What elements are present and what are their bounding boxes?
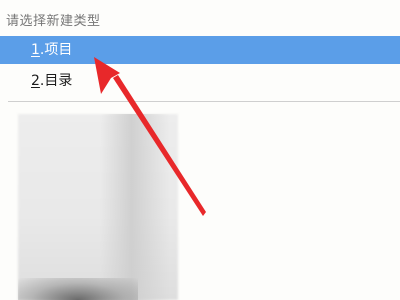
menu-item-project-label: .项目 xyxy=(39,42,73,58)
menu-header: 请选择新建类型 xyxy=(6,14,101,29)
menu-item-directory[interactable]: 2.目录 xyxy=(0,67,400,95)
blurred-preview-shadow xyxy=(100,114,170,300)
context-menu-screen: 请选择新建类型 1.项目 2.目录 xyxy=(0,0,400,300)
menu-item-directory-accelerator: 2 xyxy=(31,73,40,89)
menu-divider xyxy=(8,101,400,102)
blurred-preview-bottom xyxy=(18,278,138,300)
menu-item-project[interactable]: 1.项目 xyxy=(0,36,400,64)
menu-item-directory-label: .目录 xyxy=(39,73,73,89)
menu-item-project-accelerator: 1 xyxy=(31,42,40,58)
